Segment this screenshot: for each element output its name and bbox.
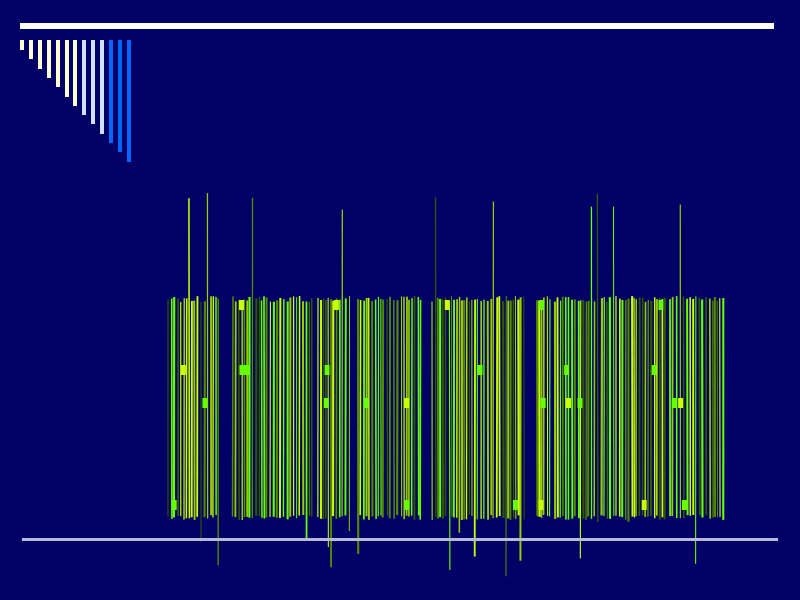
title-word [167,193,219,566]
glyph-highlight [641,500,647,510]
glyph-highlight [658,300,664,310]
glyph-highlight [577,398,583,408]
glyph-highlight [323,398,329,408]
title-bottom-rule [22,538,778,541]
glyph-highlight [651,365,657,375]
glyph-highlight [202,398,208,408]
glyph-highlight [681,500,687,510]
glyph-highlight [243,365,249,375]
glyph-highlight [444,300,450,310]
title-word [317,209,351,568]
title-word [553,193,599,559]
title-word [669,204,725,564]
glyph-highlight [477,365,483,375]
title-word [600,206,666,522]
glyph-highlight [404,500,410,510]
glyph-highlight [678,398,684,408]
glyph-highlight [324,365,330,375]
glyph-highlight [363,398,369,408]
title-word [536,296,551,518]
glyph-highlight [404,398,410,408]
title-word [431,196,525,577]
glyph-highlight [180,365,186,375]
glyph-highlight [671,398,677,408]
glyph-highlight [564,365,570,375]
distorted-title-text [167,193,725,577]
title-word [231,197,313,539]
glyph-highlight [540,398,546,408]
glyph-highlight [538,500,544,510]
glyph-highlight [333,300,339,310]
glyph-highlight [565,398,571,408]
title-word [356,296,422,554]
glyph-highlight [238,300,244,310]
glyph-highlight [171,500,177,510]
glyph-highlight [539,300,545,310]
glyph-highlight [512,500,518,510]
